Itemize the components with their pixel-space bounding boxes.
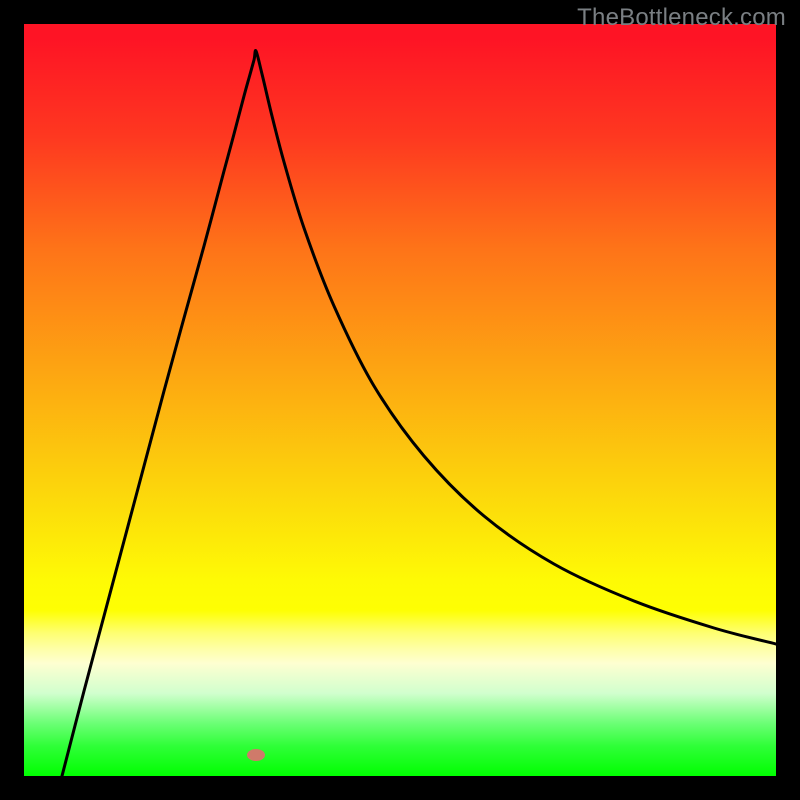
bottleneck-curve [24, 24, 776, 776]
watermark-text: TheBottleneck.com [577, 4, 786, 32]
minimum-marker [247, 749, 265, 761]
chart-plot-area [24, 24, 776, 776]
